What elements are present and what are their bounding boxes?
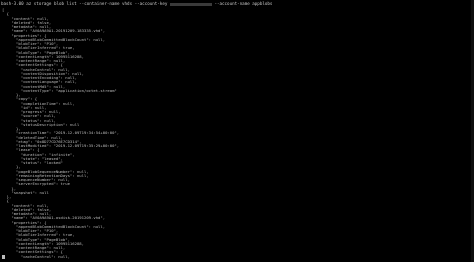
terminal-window[interactable]: bash-3.00 az storage blob list --contain… [0, 0, 474, 262]
command-text: bash-3.00 az storage blob list --contain… [1, 1, 170, 6]
command-output: [ { "content": null, "deleted": false, "… [2, 7, 119, 259]
terminal-cursor [2, 255, 5, 259]
redacted-account-key [169, 2, 212, 6]
account-name-flag: --account-name appblobs [211, 1, 273, 6]
output-line: "cacheControl": null, [2, 253, 70, 259]
command-prompt: bash-3.00 az storage blob list --contain… [1, 1, 272, 6]
